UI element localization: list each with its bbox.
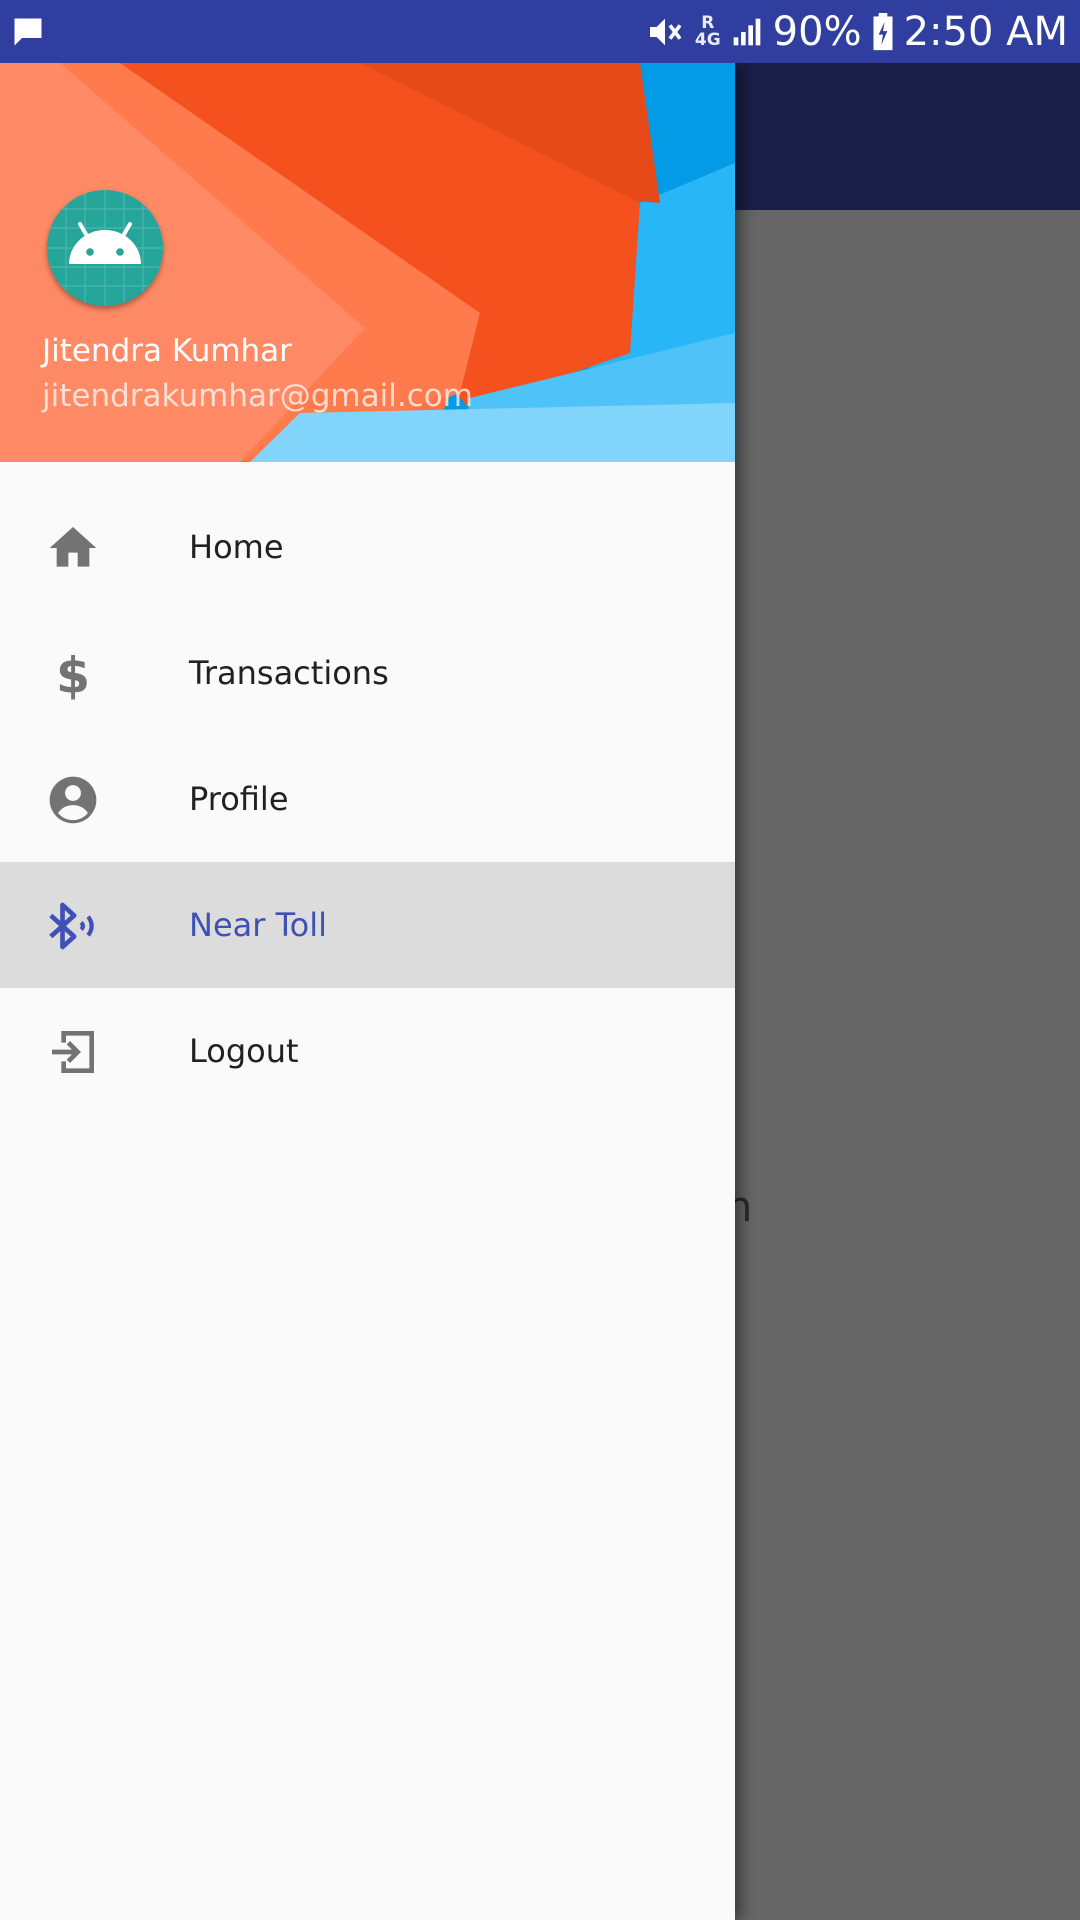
menu-item-label: Transactions: [189, 654, 389, 692]
drawer-menu: Home $ Transactions Profile Near Toll Lo…: [0, 462, 735, 1114]
home-icon: [49, 527, 97, 567]
battery-charging-icon: [873, 12, 893, 50]
menu-item-logout[interactable]: Logout: [0, 988, 735, 1114]
menu-item-label: Profile: [189, 780, 289, 818]
menu-item-label: Home: [189, 528, 284, 566]
network-indicator: R 4G: [694, 12, 721, 50]
user-name: Jitendra Kumhar: [42, 333, 292, 369]
menu-item-near-toll[interactable]: Near Toll: [0, 862, 735, 988]
menu-item-label: Logout: [189, 1032, 299, 1070]
avatar[interactable]: [47, 190, 163, 306]
roaming-indicator: R: [701, 12, 715, 33]
clock: 2:50 AM: [903, 8, 1068, 55]
navigation-drawer: Jitendra Kumhar jitendrakumhar@gmail.com…: [0, 63, 735, 1920]
vibrate-off-icon: [649, 18, 682, 45]
android-icon: [47, 190, 163, 306]
menu-item-home[interactable]: Home: [0, 484, 735, 610]
message-icon: [14, 18, 42, 46]
user-email: jitendrakumhar@gmail.com: [42, 378, 473, 414]
status-bar: R 4G 90% 2:50 AM: [0, 0, 1080, 63]
account-circle-icon: [49, 776, 97, 824]
menu-item-profile[interactable]: Profile: [0, 736, 735, 862]
menu-item-transactions[interactable]: $ Transactions: [0, 610, 735, 736]
drawer-header: Jitendra Kumhar jitendrakumhar@gmail.com: [0, 63, 735, 462]
network-type: 4G: [694, 29, 721, 50]
exit-icon: [52, 1031, 94, 1073]
bluetooth-audio-icon: [49, 902, 94, 950]
svg-text:$: $: [56, 648, 90, 702]
battery-percent: 90%: [772, 8, 862, 55]
dollar-icon: $: [56, 648, 90, 702]
signal-icon: [733, 18, 761, 45]
menu-item-label: Near Toll: [189, 906, 328, 944]
